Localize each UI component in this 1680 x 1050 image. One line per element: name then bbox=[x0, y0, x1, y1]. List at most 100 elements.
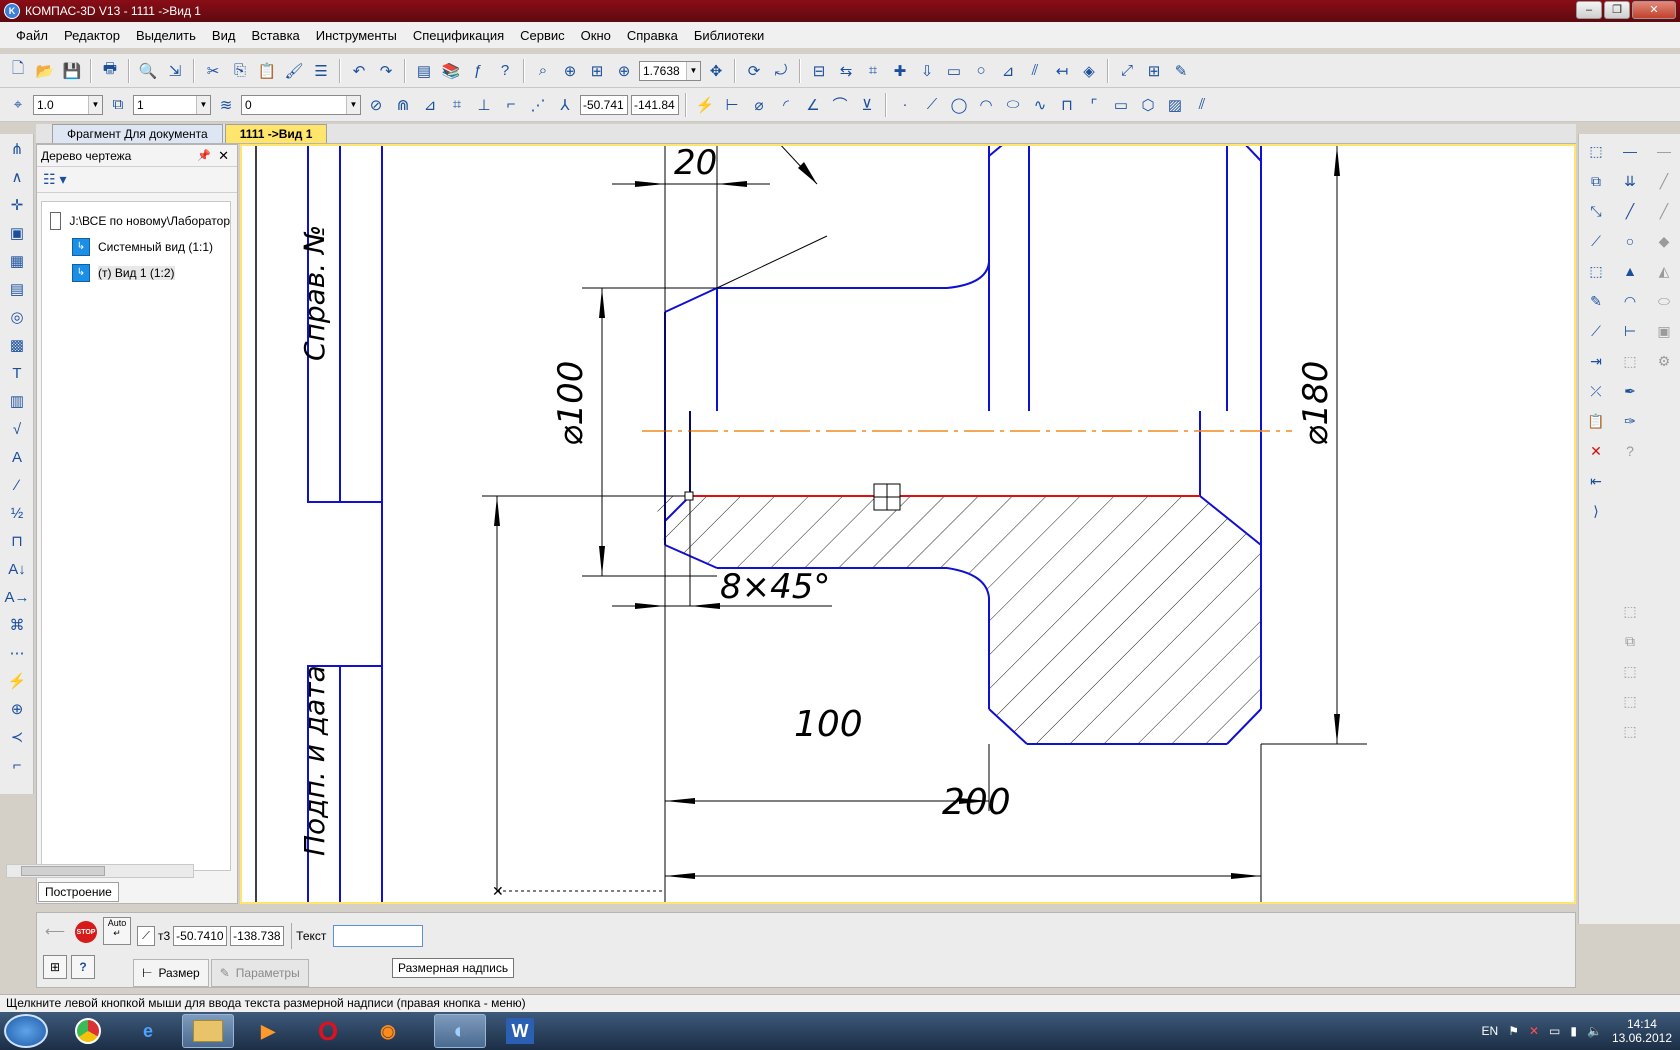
gear-icon[interactable]: ⚙ bbox=[1651, 348, 1677, 374]
pen2-icon[interactable]: ✑ bbox=[1617, 408, 1643, 434]
drawing-svg[interactable]: Справ. № Подп. и дата ✕ 20 ⌀100 8×45° 10… bbox=[242, 146, 1574, 902]
layer-combo[interactable]: 0 ▼ bbox=[241, 94, 361, 115]
rename-icon[interactable]: ✎ bbox=[1583, 288, 1609, 314]
layout-sheet-icon[interactable]: ▤ bbox=[4, 276, 30, 302]
snap-ellipse-icon[interactable]: ⬭ bbox=[1001, 93, 1025, 117]
angle-dim-icon[interactable]: ∠ bbox=[801, 93, 825, 117]
variables-icon[interactable]: ƒ bbox=[466, 59, 490, 83]
redo-icon[interactable]: ↷ bbox=[374, 59, 398, 83]
snap-arc-icon[interactable]: ◠ bbox=[974, 93, 998, 117]
snap-points-icon[interactable]: ⋰ bbox=[526, 93, 550, 117]
menu-editor[interactable]: Редактор bbox=[56, 28, 128, 43]
point-y-field[interactable]: -138.738 bbox=[230, 926, 285, 946]
tab-dimension[interactable]: ⊢ Размер bbox=[133, 959, 209, 987]
preview-icon[interactable]: 🔍 bbox=[136, 59, 160, 83]
snap-target-icon[interactable]: ⊞ bbox=[43, 955, 67, 979]
minimize-button[interactable]: – bbox=[1576, 1, 1602, 19]
diameter-dim-icon[interactable]: ⌀ bbox=[747, 93, 771, 117]
paste-icon[interactable]: 📋 bbox=[255, 59, 279, 83]
menu-service[interactable]: Сервис bbox=[512, 28, 573, 43]
measure-icon[interactable]: ⇩ bbox=[915, 59, 939, 83]
cursor-step-combo[interactable]: 1.0 ▼ bbox=[33, 94, 103, 115]
trim-icon[interactable]: ⟋ bbox=[1583, 318, 1609, 344]
cube-icon[interactable]: ◆ bbox=[1651, 228, 1677, 254]
chevron-down-icon[interactable]: ▼ bbox=[346, 95, 360, 114]
magnet-snap-icon[interactable]: ⋒ bbox=[391, 93, 415, 117]
menu-view[interactable]: Вид bbox=[204, 28, 244, 43]
save-icon[interactable]: 💾 bbox=[60, 59, 84, 83]
library-icon[interactable]: 📚 bbox=[439, 59, 463, 83]
cursor-text-icon[interactable]: ⟩ bbox=[1583, 498, 1609, 524]
pin-icon[interactable]: 📌 bbox=[197, 149, 211, 162]
box-icon[interactable]: ▣ bbox=[1651, 318, 1677, 344]
chevron-down-icon[interactable]: ▼ bbox=[686, 61, 700, 80]
extend-icon[interactable]: ⇥ bbox=[1583, 348, 1609, 374]
step-cursor-icon[interactable]: ⌖ bbox=[6, 93, 30, 117]
slope2-icon[interactable]: ╱ bbox=[1651, 198, 1677, 224]
help-pointer-icon[interactable]: ? bbox=[493, 59, 517, 83]
point-toggle-icon[interactable]: ⟋ bbox=[137, 926, 155, 946]
tree-tab-construction[interactable]: Построение bbox=[38, 882, 119, 902]
delete-icon[interactable]: ✕ bbox=[1583, 438, 1609, 464]
position-icon[interactable]: ½ bbox=[4, 500, 30, 526]
arc-tool-icon[interactable]: ◠ bbox=[1617, 288, 1643, 314]
datum-icon[interactable]: ◈ bbox=[1077, 59, 1101, 83]
cylinder-icon[interactable]: ⬭ bbox=[1651, 288, 1677, 314]
snap-spline-icon[interactable]: ∿ bbox=[1028, 93, 1052, 117]
dim-align-icon[interactable]: ⇆ bbox=[834, 59, 858, 83]
menu-window[interactable]: Окно bbox=[573, 28, 619, 43]
ortho-icon[interactable]: ⊿ bbox=[418, 93, 442, 117]
text-input[interactable] bbox=[333, 925, 424, 947]
slope-icon[interactable]: ╱ bbox=[1651, 168, 1677, 194]
menu-file[interactable]: Файл bbox=[8, 28, 56, 43]
scroll-thumb[interactable] bbox=[21, 866, 105, 876]
chevron-down-icon[interactable]: ▼ bbox=[196, 95, 210, 114]
cut-line-icon[interactable]: A→ bbox=[4, 584, 30, 610]
linear-dim-icon[interactable]: ⊢ bbox=[720, 93, 744, 117]
height-dim-icon[interactable]: ⊻ bbox=[855, 93, 879, 117]
menu-insert[interactable]: Вставка bbox=[243, 28, 307, 43]
break-icon[interactable]: ≺ bbox=[4, 724, 30, 750]
opera-icon[interactable]: O bbox=[302, 1014, 354, 1048]
snap-chamfer-icon[interactable]: ⌜ bbox=[1082, 93, 1106, 117]
close-icon[interactable]: ✕ bbox=[218, 148, 229, 164]
snap-polygon-icon[interactable]: ⬡ bbox=[1136, 93, 1160, 117]
radius-dim-icon[interactable]: ◜ bbox=[774, 93, 798, 117]
hatch-tool-icon[interactable]: ⫽ bbox=[1023, 59, 1047, 83]
tree-structure-icon[interactable]: ☷ ▾ bbox=[43, 171, 66, 188]
roughness-tool-icon[interactable]: √ bbox=[4, 416, 30, 442]
select-all-icon[interactable]: ⬚ bbox=[1583, 138, 1609, 164]
menu-tools[interactable]: Инструменты bbox=[308, 28, 405, 43]
firefox-icon[interactable]: ◉ bbox=[362, 1014, 414, 1048]
point-add-icon[interactable]: ✚ bbox=[888, 59, 912, 83]
deform-icon[interactable]: ⬚ bbox=[1583, 258, 1609, 284]
tool2-icon[interactable]: ⬚ bbox=[1617, 688, 1643, 714]
close-button[interactable]: ✕ bbox=[1632, 1, 1676, 19]
zoom-combo[interactable]: 1.7638 ▼ bbox=[639, 60, 701, 81]
kompas-taskbar-icon[interactable]: ◐ bbox=[434, 1014, 486, 1048]
tree-row-file[interactable]: J:\ВСЕ по новому\Лаборатор bbox=[42, 208, 230, 234]
media-player-icon[interactable]: ▶ bbox=[242, 1014, 294, 1048]
pen-icon[interactable]: ✒ bbox=[1617, 378, 1643, 404]
help-icon[interactable]: ? bbox=[71, 955, 95, 979]
export-icon[interactable]: ⇲ bbox=[163, 59, 187, 83]
snap-grid-icon[interactable]: ⌗ bbox=[861, 59, 885, 83]
snap-circle-icon[interactable]: ◯ bbox=[947, 93, 971, 117]
curves-icon[interactable]: ∧ bbox=[4, 164, 30, 190]
maximize-button[interactable]: ❐ bbox=[1604, 1, 1630, 19]
circle-tool-icon[interactable]: ○ bbox=[1617, 228, 1643, 254]
view-params-icon[interactable]: ◎ bbox=[4, 304, 30, 330]
properties-icon[interactable]: ☰ bbox=[309, 59, 333, 83]
menu-libraries[interactable]: Библиотеки bbox=[686, 28, 772, 43]
snap-polyline-icon[interactable]: ⊓ bbox=[1055, 93, 1079, 117]
view-fragment-icon[interactable]: ▣ bbox=[4, 220, 30, 246]
tree-horizontal-scrollbar[interactable] bbox=[6, 864, 194, 878]
arrow-icon[interactable]: ↤ bbox=[1050, 59, 1074, 83]
start-button[interactable] bbox=[4, 1014, 48, 1048]
tool-icon[interactable]: ⬚ bbox=[1617, 658, 1643, 684]
pan-icon[interactable]: ✥ bbox=[704, 59, 728, 83]
table-tool-icon[interactable]: ▥ bbox=[4, 388, 30, 414]
leader-tool-icon[interactable]: ∕ bbox=[4, 472, 30, 498]
point-x-field[interactable]: -50.7410 bbox=[173, 926, 228, 946]
tab-parameters[interactable]: ✎ Параметры bbox=[210, 959, 309, 987]
